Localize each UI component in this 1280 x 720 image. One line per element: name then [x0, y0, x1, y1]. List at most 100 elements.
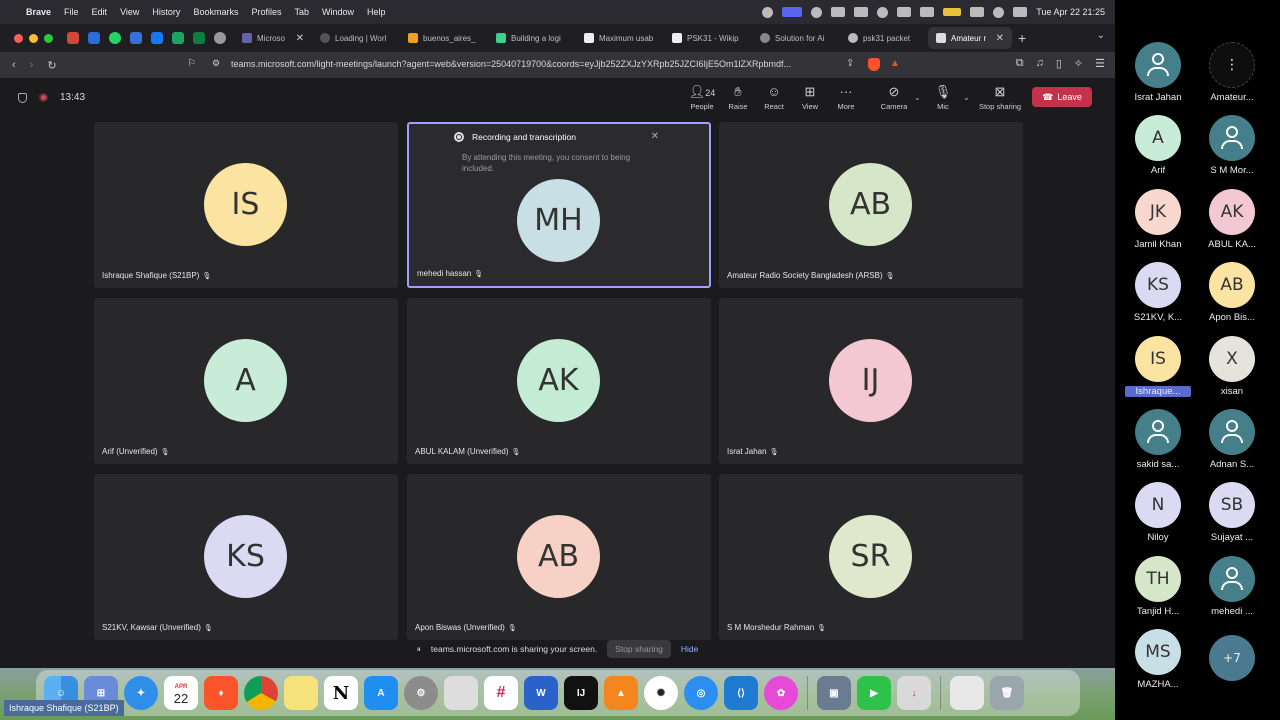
- tab-search-chevron-icon[interactable]: ⌄: [1097, 30, 1105, 41]
- react-button[interactable]: ☺ React: [754, 84, 794, 111]
- tab-solution-for[interactable]: Solution for Ai: [752, 27, 840, 49]
- extensions-icon[interactable]: ⧉: [1016, 57, 1024, 70]
- participant-list-item[interactable]: AK ABUL KA...: [1199, 188, 1273, 261]
- pinned-facebook-icon[interactable]: [151, 32, 163, 44]
- input-source-icon[interactable]: [920, 7, 935, 17]
- menu-edit[interactable]: Edit: [92, 7, 108, 17]
- pinned-chatgpt-icon[interactable]: [214, 32, 226, 44]
- participant-list-item[interactable]: Adnan S...: [1199, 409, 1273, 481]
- site-settings-icon[interactable]: ⚙: [212, 58, 220, 69]
- screenshot-app-icon[interactable]: ▣: [817, 676, 851, 710]
- camera-options-chevron-icon[interactable]: ⌄: [914, 93, 921, 102]
- participant-list-item[interactable]: N Niloy: [1125, 482, 1199, 554]
- tab-buenos-aires[interactable]: buenos_aires_: [400, 27, 488, 49]
- status-icon-5[interactable]: [897, 7, 912, 17]
- menu-hamburger-icon[interactable]: ☰: [1095, 57, 1105, 70]
- tab-maximum-usable[interactable]: Maximum usab: [576, 27, 664, 49]
- view-button[interactable]: ⊞ View: [790, 84, 830, 111]
- new-tab-button[interactable]: +: [1018, 30, 1026, 46]
- raise-hand-button[interactable]: ✋︎ Raise: [718, 84, 758, 111]
- teams-web-icon[interactable]: ◎: [684, 676, 718, 710]
- brave-shields-icon[interactable]: [868, 58, 880, 71]
- participant-tile[interactable]: IJ Israt Jahan 🎙︎: [719, 298, 1023, 464]
- status-icon-3[interactable]: [831, 7, 846, 17]
- people-button[interactable]: 👤︎24 People: [682, 84, 722, 111]
- participant-tile[interactable]: KS S21KV, Kawsar (Unverified) 🎙︎: [94, 474, 398, 640]
- close-tab-icon[interactable]: ✕: [996, 33, 1004, 44]
- tab-loading-world[interactable]: Loading | Worl: [312, 27, 400, 49]
- preview-icon[interactable]: [444, 676, 478, 710]
- menu-help[interactable]: Help: [367, 7, 386, 17]
- battery-icon[interactable]: [943, 8, 962, 16]
- pinned-gmail-icon[interactable]: [67, 32, 79, 44]
- participant-list-item[interactable]: mehedi ...: [1199, 555, 1273, 628]
- participant-list-item[interactable]: S M Mor...: [1199, 115, 1273, 187]
- vscode-icon[interactable]: ⟨⟩: [724, 676, 758, 710]
- leo-ai-icon[interactable]: ✧: [1074, 57, 1083, 70]
- reload-button[interactable]: ↻: [47, 59, 56, 72]
- participant-list-item[interactable]: A Arif: [1125, 115, 1199, 187]
- participant-tile[interactable]: AB Amateur Radio Society Bangladesh (ARS…: [719, 122, 1023, 288]
- participant-tile[interactable]: SR S M Morshedur Rahman 🎙︎: [719, 474, 1023, 640]
- pinned-whatsapp-icon[interactable]: [109, 32, 121, 44]
- status-icon-1[interactable]: [762, 6, 774, 18]
- status-icon-2[interactable]: [811, 6, 823, 18]
- participant-list-item[interactable]: AB Apon Bis...: [1199, 262, 1273, 334]
- zoom-window-button[interactable]: [44, 33, 53, 43]
- app-store-icon[interactable]: A: [364, 676, 398, 710]
- tab-building-a-logic[interactable]: Building a logi: [488, 27, 576, 49]
- menubar-clock[interactable]: Tue Apr 22 21:25: [1036, 7, 1105, 17]
- more-button[interactable]: ··· More: [826, 84, 866, 111]
- participant-list-item[interactable]: JK Jamil Khan: [1125, 188, 1199, 261]
- tab-microsoft-teams[interactable]: Microso ✕: [234, 27, 312, 49]
- minimize-window-button[interactable]: [29, 33, 38, 43]
- pinned-sheets-icon[interactable]: [172, 32, 184, 44]
- forward-button[interactable]: ›: [30, 59, 34, 72]
- participant-list-item[interactable]: KS S21KV, K...: [1125, 262, 1199, 334]
- chrome-icon[interactable]: [244, 676, 278, 710]
- menu-file[interactable]: File: [64, 7, 79, 17]
- documents-stack-icon[interactable]: [950, 676, 984, 710]
- participant-list-item[interactable]: TH Tanjid H...: [1125, 555, 1199, 628]
- menu-bookmarks[interactable]: Bookmarks: [193, 7, 238, 17]
- downloads-icon[interactable]: ↓: [897, 676, 931, 710]
- participant-tile[interactable]: AB Apon Biswas (Unverified) 🎙︎: [407, 474, 711, 640]
- menu-history[interactable]: History: [152, 7, 180, 17]
- flower-app-icon[interactable]: ✿: [764, 676, 798, 710]
- search-icon[interactable]: [993, 6, 1005, 18]
- bookmark-icon[interactable]: ⚐: [187, 58, 196, 69]
- intellij-icon[interactable]: IJ: [564, 676, 598, 710]
- participant-list-item[interactable]: IS Ishraque...: [1125, 335, 1199, 408]
- url-field[interactable]: teams.microsoft.com/light-meetings/launc…: [231, 59, 791, 69]
- control-center-icon[interactable]: [1013, 7, 1028, 17]
- participant-list-item[interactable]: Xxisan: [1199, 335, 1273, 408]
- participant-list-item[interactable]: SB Sujayat ...: [1199, 482, 1273, 554]
- share-icon[interactable]: ⇪: [846, 58, 854, 69]
- menu-tab[interactable]: Tab: [294, 7, 309, 17]
- menu-profiles[interactable]: Profiles: [251, 7, 281, 17]
- trash-icon[interactable]: 🗑︎: [990, 676, 1024, 710]
- tab-amateur-radio[interactable]: Amateur r ✕: [928, 27, 1012, 49]
- brave-rewards-icon[interactable]: ▲: [890, 58, 900, 69]
- menu-app-brave[interactable]: Brave: [26, 7, 51, 17]
- word-icon[interactable]: W: [524, 676, 558, 710]
- participant-tile[interactable]: IS Ishraque Shafique (S21BP) 🎙︎: [94, 122, 398, 288]
- tab-psk31-packet[interactable]: psk31 packet: [840, 27, 928, 49]
- status-icon-4[interactable]: [854, 7, 869, 17]
- screen-share-status-icon[interactable]: [782, 7, 803, 17]
- media-icon[interactable]: ♫: [1036, 57, 1044, 70]
- close-window-button[interactable]: [14, 33, 23, 43]
- pinned-docs-icon[interactable]: [130, 32, 142, 44]
- participant-list-item[interactable]: +7: [1199, 629, 1273, 701]
- stop-sharing-button[interactable]: ⊠ Stop sharing: [976, 84, 1024, 111]
- chatgpt-icon[interactable]: ✺: [644, 676, 678, 710]
- participant-tile[interactable]: AK ABUL KALAM (Unverified) 🎙︎: [407, 298, 711, 464]
- share-bar-hide-button[interactable]: Hide: [681, 644, 698, 654]
- calendar-icon[interactable]: APR 22: [164, 676, 198, 710]
- notes-icon[interactable]: [284, 676, 318, 710]
- play-status-icon[interactable]: [877, 6, 889, 18]
- pinned-messenger-icon[interactable]: [88, 32, 100, 44]
- mic-options-chevron-icon[interactable]: ⌄: [963, 93, 970, 102]
- participant-list-item[interactable]: MS MAZHA...: [1125, 629, 1199, 701]
- leave-button[interactable]: ☎︎ Leave: [1032, 87, 1092, 107]
